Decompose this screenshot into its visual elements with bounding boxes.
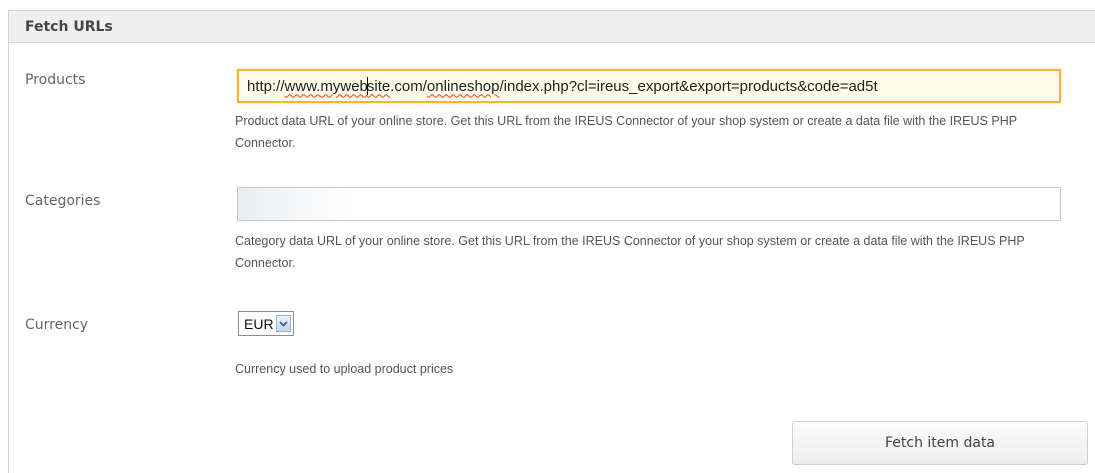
fetch-urls-panel: Fetch URLs Products http://www. myweb site… — [8, 10, 1095, 473]
chevron-down-icon[interactable] — [276, 315, 291, 332]
url-part-domain-b: site — [366, 77, 391, 95]
panel-header: Fetch URLs — [9, 11, 1095, 43]
products-help-text: Product data URL of your online store. G… — [235, 114, 1017, 150]
url-part-path: onlineshop — [426, 77, 500, 95]
categories-help-text: Category data URL of your online store. … — [235, 234, 1025, 270]
products-label: Products — [25, 72, 86, 88]
currency-label: Currency — [25, 317, 89, 333]
products-url-input[interactable]: http://www. myweb site .com/onlineshop/inde… — [237, 69, 1061, 103]
currency-select[interactable]: EUR — [238, 311, 294, 336]
categories-label: Categories — [25, 193, 101, 209]
url-part-tld: .com/ — [390, 77, 427, 95]
categories-url-input[interactable] — [237, 187, 1061, 221]
url-part-scheme: http:// — [247, 77, 285, 95]
url-part-query: /index.php?cl=ireus_export&export=produc… — [499, 77, 878, 95]
panel-title: Fetch URLs — [25, 18, 113, 35]
currency-selected-value: EUR — [244, 315, 274, 332]
url-part-domain-a: myweb — [320, 77, 368, 95]
fetch-item-data-button[interactable]: Fetch item data — [792, 421, 1088, 465]
currency-help-text: Currency used to upload product prices — [235, 362, 454, 376]
url-part-www: www. — [284, 77, 321, 95]
